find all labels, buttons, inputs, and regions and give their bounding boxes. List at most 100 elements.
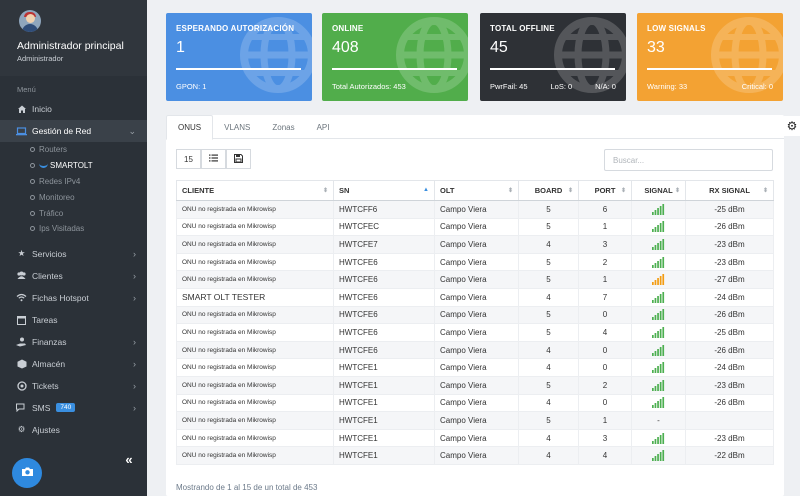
table-row[interactable]: ONU no registrada en Mikrowisp HWTCFE1 Cam… bbox=[176, 446, 774, 465]
user-role: Administrador bbox=[17, 54, 64, 63]
sidebar-item-label: Fichas Hotspot bbox=[32, 292, 89, 303]
cell-port: 1 bbox=[578, 411, 632, 430]
sidebar-item-tickets[interactable]: Tickets › bbox=[0, 375, 147, 397]
table-row[interactable]: ONU no registrada en Mikrowisp HWTCFE6 Cam… bbox=[176, 252, 774, 272]
column-header-board[interactable]: BOARD ⬍ bbox=[518, 180, 579, 201]
table-row[interactable]: ONU no registrada en Mikrowisp HWTCFE1 Cam… bbox=[176, 358, 774, 377]
cell-cliente: ONU no registrada en Mikrowisp bbox=[176, 217, 334, 237]
table-row[interactable]: ONU no registrada en Mikrowisp HWTCFE1 Cam… bbox=[176, 428, 774, 448]
card-value: 33 bbox=[647, 39, 665, 56]
table-row[interactable]: ONU no registrada en Mikrowisp HWTCFE6 Cam… bbox=[176, 323, 774, 342]
sidebar-item-finanzas[interactable]: Finanzas › bbox=[0, 331, 147, 353]
settings-gear-button[interactable]: ⚙ bbox=[784, 116, 800, 136]
camera-button[interactable] bbox=[12, 458, 42, 488]
sidebar-subitem-ips-visitadas[interactable]: Ips Visitadas bbox=[0, 221, 147, 237]
save-icon bbox=[234, 153, 243, 165]
column-list-button[interactable] bbox=[201, 149, 226, 169]
cell-signal bbox=[631, 287, 686, 307]
cell-sn: HWTCFE6 bbox=[333, 305, 435, 325]
tab-onus[interactable]: ONUS bbox=[166, 115, 214, 140]
chat-icon bbox=[16, 402, 27, 413]
card-title: LOW SIGNALS bbox=[647, 24, 706, 33]
tab-vlans[interactable]: VLANS bbox=[213, 115, 261, 139]
card-progress-bar bbox=[176, 68, 301, 70]
signal-bars-icon bbox=[652, 450, 665, 462]
card-low-signals[interactable]: LOW SIGNALS 33 Warning: 33 Critical: 0 bbox=[637, 13, 783, 101]
card-online[interactable]: ONLINE 408 Total Autorizados: 453 bbox=[322, 13, 468, 101]
cell-olt: Campo Viera bbox=[434, 252, 519, 272]
column-header-olt[interactable]: OLT ⬍ bbox=[434, 180, 519, 201]
card-title: ESPERANDO AUTORIZACIÓN bbox=[176, 24, 295, 33]
table-row[interactable]: SMART OLT TESTER HWTCFE6 Campo Viera 4 7 -24 … bbox=[176, 287, 774, 307]
card-footer-na: N/A: 0 bbox=[595, 82, 616, 91]
sidebar-subitem-routers[interactable]: Routers bbox=[0, 142, 147, 158]
column-header-cliente[interactable]: CLIENTE ⬍ bbox=[176, 180, 334, 201]
sidebar-item-almacen[interactable]: Almacén › bbox=[0, 353, 147, 375]
cell-rx-signal: -23 dBm bbox=[685, 375, 774, 395]
cell-rx-signal: -26 dBm bbox=[685, 393, 774, 413]
column-header-port[interactable]: PORT ⬍ bbox=[578, 180, 632, 201]
cell-cliente: ONU no registrada en Mikrowisp bbox=[176, 446, 334, 465]
card-total-offline[interactable]: TOTAL OFFLINE 45 PwrFail: 45 LoS: 0 N/A:… bbox=[480, 13, 626, 101]
cell-signal bbox=[631, 393, 686, 413]
sidebar-item-ajustes[interactable]: ⚙ Ajustes bbox=[0, 419, 147, 441]
sidebar-item-gestion-de-red[interactable]: Gestión de Red ⌄ bbox=[0, 120, 147, 142]
cell-rx-signal: -25 dBm bbox=[685, 200, 774, 219]
card-title: TOTAL OFFLINE bbox=[490, 24, 555, 33]
sidebar-item-label: Gestión de Red bbox=[32, 126, 92, 136]
cell-sn: HWTCFE1 bbox=[333, 446, 435, 465]
tab-api[interactable]: API bbox=[306, 115, 341, 139]
column-header-sn[interactable]: SN ▲ bbox=[333, 180, 435, 201]
table-row[interactable]: ONU no registrada en Mikrowisp HWTCFE6 Cam… bbox=[176, 270, 774, 289]
sidebar-item-label: Finanzas bbox=[32, 336, 67, 347]
column-header-signal[interactable]: SIGNAL ⬍ bbox=[631, 180, 686, 201]
save-export-button[interactable] bbox=[226, 149, 251, 169]
sidebar-item-label: Inicio bbox=[32, 104, 52, 114]
home-icon bbox=[16, 104, 27, 115]
card-esperando-autorizacion[interactable]: ESPERANDO AUTORIZACIÓN 1 GPON: 1 bbox=[166, 13, 312, 101]
sidebar-subitem-monitoreo[interactable]: Monitoreo bbox=[0, 189, 147, 205]
table-row[interactable]: ONU no registrada en Mikrowisp HWTCFE1 Cam… bbox=[176, 393, 774, 413]
page-size-select[interactable]: 15 bbox=[176, 149, 201, 169]
sidebar-item-clientes[interactable]: Clientes › bbox=[0, 265, 147, 287]
cell-olt: Campo Viera bbox=[434, 446, 519, 465]
card-footer: Warning: 33 Critical: 0 bbox=[647, 82, 773, 91]
card-footer-left: Total Autorizados: 453 bbox=[332, 82, 406, 91]
tab-zonas[interactable]: Zonas bbox=[261, 115, 305, 139]
table-row[interactable]: ONU no registrada en Mikrowisp HWTCFE6 Cam… bbox=[176, 305, 774, 325]
collapse-sidebar-button[interactable]: « bbox=[118, 451, 140, 467]
table-row[interactable]: ONU no registrada en Mikrowisp HWTCFF6 Cam… bbox=[176, 200, 774, 219]
table-row[interactable]: ONU no registrada en Mikrowisp HWTCFE6 Cam… bbox=[176, 340, 774, 360]
sidebar-item-servicios[interactable]: ★ Servicios › bbox=[0, 243, 147, 265]
table-row[interactable]: ONU no registrada en Mikrowisp HWTCFE1 Cam… bbox=[176, 411, 774, 430]
sidebar-item-sms[interactable]: SMS 740 › bbox=[0, 397, 147, 419]
sort-icon: ⬍ bbox=[322, 188, 328, 194]
chevron-down-icon: ⌄ bbox=[128, 125, 136, 136]
table-row[interactable]: ONU no registrada en Mikrowisp HWTCFE7 Cam… bbox=[176, 235, 774, 254]
bullet-icon bbox=[30, 226, 35, 232]
cell-sn: HWTCFE6 bbox=[333, 252, 435, 272]
cell-olt: Campo Viera bbox=[434, 305, 519, 325]
sidebar-item-fichas-hotspot[interactable]: Fichas Hotspot › bbox=[0, 287, 147, 309]
sidebar-item-inicio[interactable]: Inicio bbox=[0, 98, 147, 120]
cell-board: 4 bbox=[518, 446, 579, 465]
sidebar-subitem-smartolt[interactable]: SMARTOLT bbox=[0, 158, 147, 174]
cell-signal bbox=[631, 446, 686, 465]
table-row[interactable]: ONU no registrada en Mikrowisp HWTCFEC Cam… bbox=[176, 217, 774, 237]
avatar[interactable] bbox=[19, 10, 41, 32]
cell-cliente: ONU no registrada en Mikrowisp bbox=[176, 270, 334, 289]
cell-port: 7 bbox=[578, 287, 632, 307]
table-row[interactable]: ONU no registrada en Mikrowisp HWTCFE1 Cam… bbox=[176, 375, 774, 395]
sidebar-subitem-trafico[interactable]: Tráfico bbox=[0, 205, 147, 221]
column-header-rx-signal[interactable]: RX SIGNAL ⬍ bbox=[685, 180, 774, 201]
search-input[interactable] bbox=[604, 149, 773, 171]
sidebar-subitem-redes-ipv4[interactable]: Redes IPv4 bbox=[0, 174, 147, 190]
cell-sn: HWTCFE6 bbox=[333, 287, 435, 307]
cogs-icon: ⚙ bbox=[17, 424, 26, 435]
card-progress-bar bbox=[332, 68, 457, 70]
cell-olt: Campo Viera bbox=[434, 411, 519, 430]
sidebar-item-tareas[interactable]: Tareas bbox=[0, 309, 147, 331]
cell-board: 4 bbox=[518, 428, 579, 448]
card-progress-bar bbox=[647, 68, 772, 70]
chevron-right-icon: › bbox=[133, 358, 136, 369]
